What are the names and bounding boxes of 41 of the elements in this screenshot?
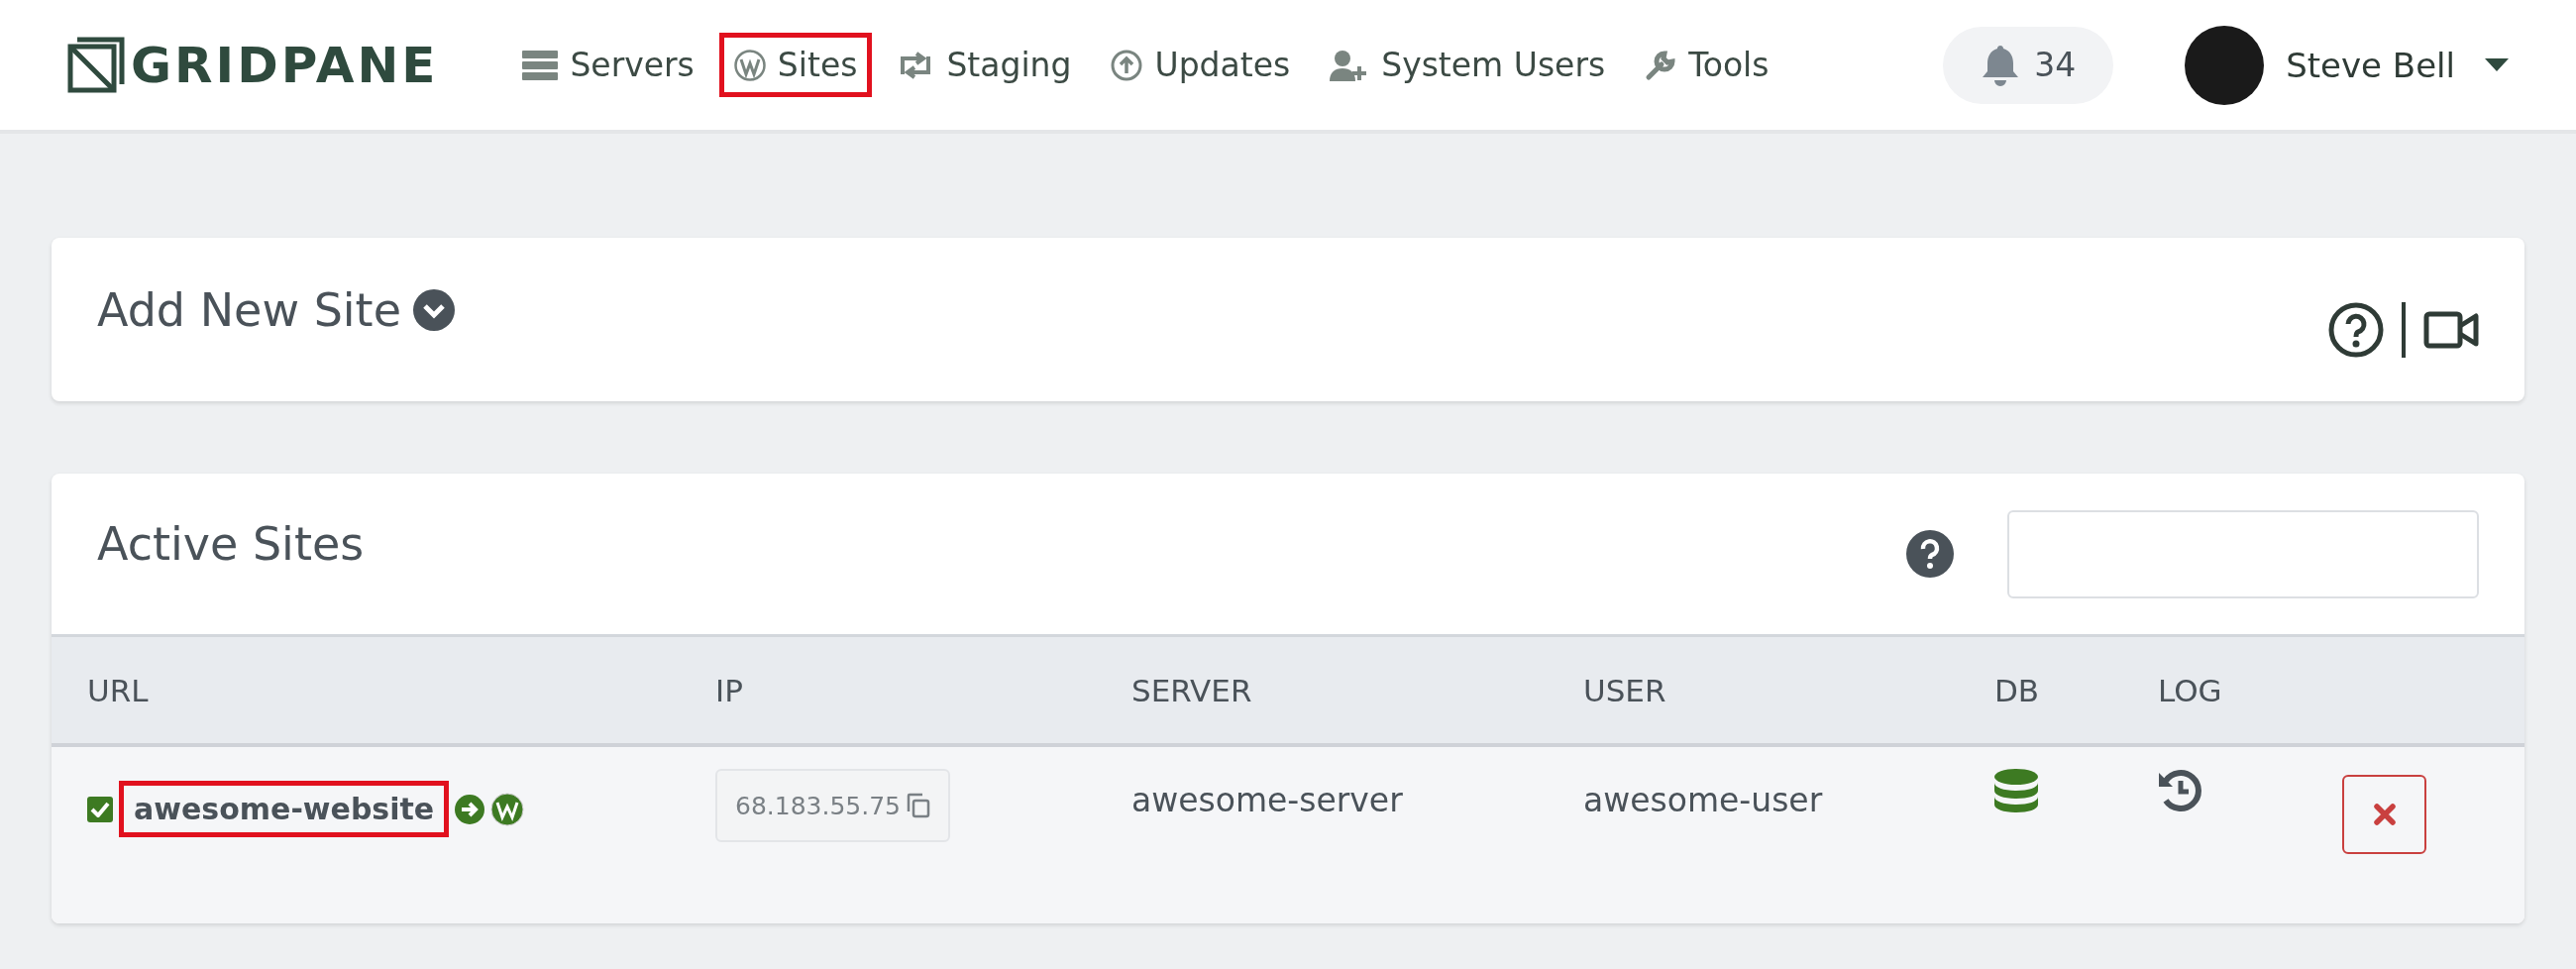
video-camera-icon[interactable] [2423,309,2479,350]
caret-icon [2485,57,2509,72]
server-stack-icon [522,50,559,80]
copy-icon[interactable] [907,793,930,818]
bell-icon [1981,43,2021,87]
arrow-right-circle-icon[interactable] [455,794,485,824]
help-icon[interactable] [2328,301,2384,358]
nav-link[interactable]: Staging [882,33,1087,97]
column-header: SERVER [1131,672,1253,708]
nav-link[interactable]: System Users [1315,33,1621,97]
help-icon[interactable] [1906,530,1954,578]
column-header: LOG [2158,672,2223,708]
column-header: URL [87,672,150,708]
wordpress-icon[interactable] [490,792,525,826]
delete-button[interactable] [2342,775,2426,854]
check-icon [90,801,110,817]
nav-link[interactable]: Sites [718,33,873,97]
user-menu-button[interactable]: Steve Bell [2286,45,2509,85]
nav-link[interactable]: Servers [507,33,709,97]
logo-mark-icon [67,36,125,94]
column-header: USER [1583,672,1667,708]
wrench-icon [1645,49,1677,81]
nav-link[interactable]: Updates [1096,33,1306,97]
chevron-down-circle-icon [412,288,455,331]
history-icon[interactable] [2158,769,2201,812]
card-title[interactable]: Add New Site [97,282,455,337]
ip-address-field[interactable]: 68.183.55.75 [715,769,950,842]
search-field[interactable] [2007,509,2479,598]
nav-link[interactable]: Tools [1630,33,1784,97]
table-cell-text: awesome-server [1131,780,1404,819]
table-cell-text: awesome-user [1583,780,1824,819]
site-link[interactable]: awesome-website [119,781,450,837]
card-title: Active Sites [97,517,365,571]
column-header: DB [1994,672,2041,708]
close-icon [2373,804,2396,825]
notifications-button[interactable]: 34 [1943,26,2114,104]
up-arrow-circle-icon [1111,49,1143,81]
column-header: IP [715,672,744,708]
wordpress-icon [733,49,766,81]
checkbox[interactable] [87,796,113,822]
logo-text: GRIDPANE [131,36,439,94]
